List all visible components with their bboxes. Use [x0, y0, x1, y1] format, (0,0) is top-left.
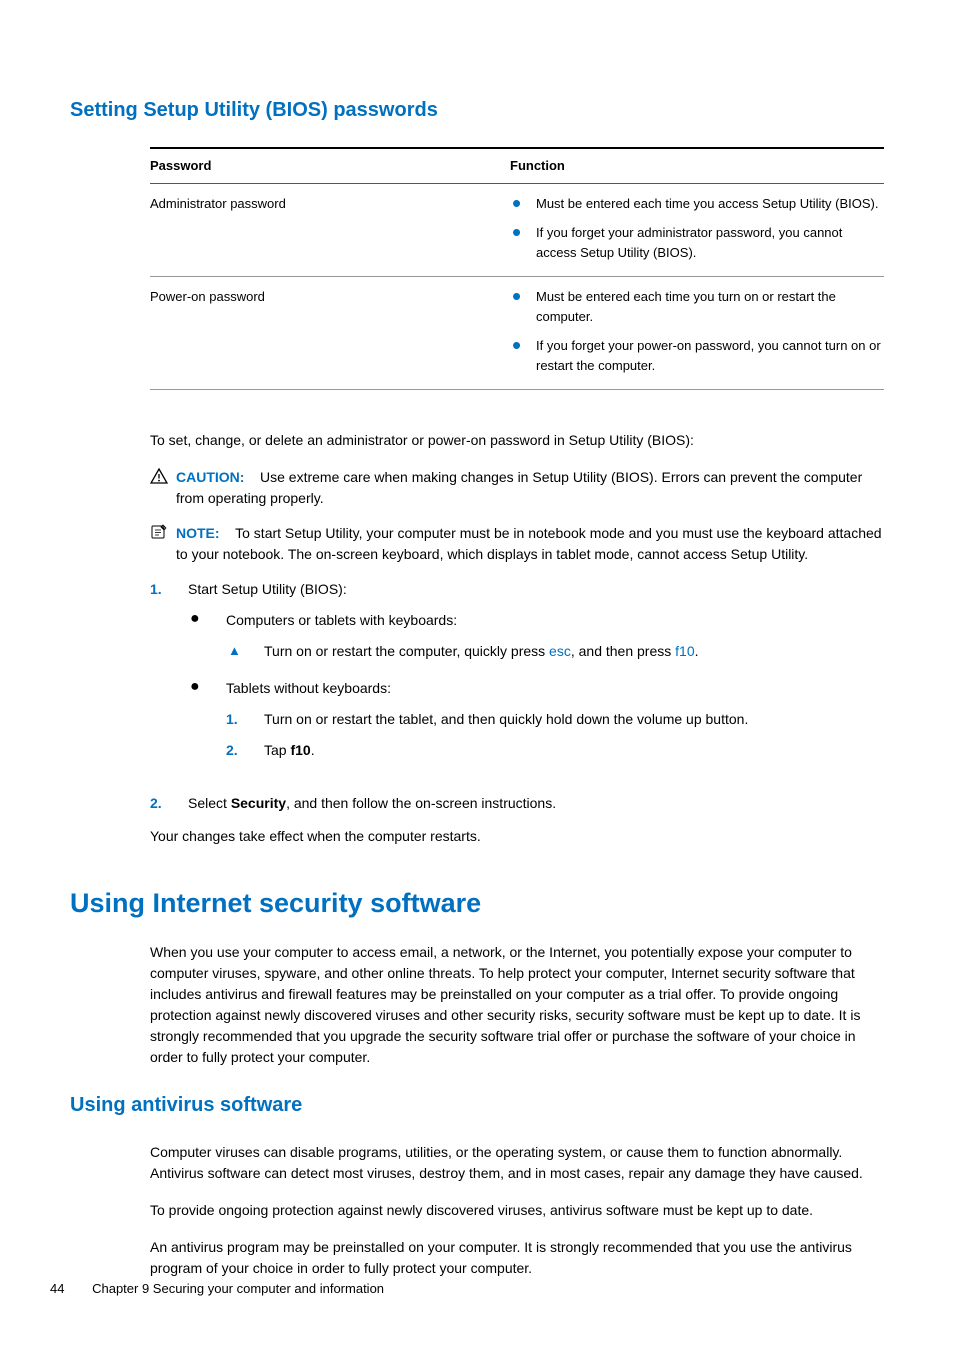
caution-label: CAUTION: — [176, 469, 244, 485]
key-f10-bold: f10 — [290, 742, 310, 758]
caution-text: Use extreme care when making changes in … — [176, 469, 862, 506]
intro-paragraph: To set, change, or delete an administrat… — [150, 430, 884, 451]
bullet-text: If you forget your power-on password, yo… — [536, 336, 884, 375]
step-item: 2. Select Security, and then follow the … — [150, 793, 884, 814]
step-text: Select — [188, 795, 231, 811]
step-text: , and then follow the on-screen instruct… — [286, 795, 556, 811]
effect-paragraph: Your changes take effect when the comput… — [150, 826, 884, 847]
step-number: 2. — [150, 793, 188, 814]
bios-password-table: Password Function Administrator password… — [150, 147, 884, 390]
sub-step-text: . — [311, 742, 315, 758]
sub-item: ● Tablets without keyboards: 1. Turn on … — [188, 678, 884, 771]
note-text: To start Setup Utility, your computer mu… — [176, 525, 882, 562]
bullet-icon: • — [510, 336, 536, 375]
list-item: • Must be entered each time you access S… — [510, 194, 884, 214]
internet-paragraph: When you use your computer to access ema… — [150, 942, 884, 1068]
caution-icon — [150, 467, 176, 490]
tri-text: . — [695, 643, 699, 659]
sub-steps: 1. Turn on or restart the tablet, and th… — [226, 709, 884, 761]
note-text — [223, 525, 235, 541]
function-list: • Must be entered each time you turn on … — [510, 287, 884, 375]
note-label: NOTE: — [176, 525, 220, 541]
list-item: • If you forget your administrator passw… — [510, 223, 884, 262]
password-name: Administrator password — [150, 194, 510, 263]
step-item: 1. Start Setup Utility (BIOS): ● Compute… — [150, 579, 884, 781]
bullet-icon: • — [510, 223, 536, 262]
bullet-icon: ● — [188, 610, 226, 668]
list-item: • Must be entered each time you turn on … — [510, 287, 884, 326]
bullet-icon: • — [510, 287, 536, 326]
step-text: Start Setup Utility (BIOS): — [188, 581, 347, 597]
chapter-label: Chapter 9 Securing your computer and inf… — [92, 1281, 384, 1296]
table-header-function: Function — [510, 156, 884, 176]
bullet-icon: ● — [188, 678, 226, 771]
sub-item-label: Tablets without keyboards: — [226, 680, 391, 696]
tri-text: , and then press — [571, 643, 675, 659]
bullet-text: Must be entered each time you access Set… — [536, 194, 884, 214]
antivirus-paragraph-2: To provide ongoing protection against ne… — [150, 1200, 884, 1221]
triangle-step: ▲ Turn on or restart the computer, quick… — [226, 641, 884, 662]
heading-antivirus: Using antivirus software — [70, 1090, 884, 1120]
security-bold: Security — [231, 795, 286, 811]
triangle-icon: ▲ — [226, 641, 264, 662]
list-item: • If you forget your power-on password, … — [510, 336, 884, 375]
password-name: Power-on password — [150, 287, 510, 375]
steps-list: 1. Start Setup Utility (BIOS): ● Compute… — [150, 579, 884, 814]
bullet-text: Must be entered each time you turn on or… — [536, 287, 884, 326]
bullet-icon: • — [510, 194, 536, 214]
table-row: Power-on password • Must be entered each… — [150, 277, 884, 390]
heading-internet-security: Using Internet security software — [70, 883, 884, 924]
note-icon — [150, 523, 176, 546]
sub-step-number: 1. — [226, 709, 264, 730]
sub-step-number: 2. — [226, 740, 264, 761]
antivirus-paragraph-1: Computer viruses can disable programs, u… — [150, 1142, 884, 1184]
tri-text: Turn on or restart the computer, quickly… — [264, 643, 549, 659]
key-esc: esc — [549, 643, 571, 659]
sub-step-text: Tap — [264, 742, 290, 758]
function-list: • Must be entered each time you access S… — [510, 194, 884, 263]
sub-item-label: Computers or tablets with keyboards: — [226, 612, 457, 628]
sub-list: ● Computers or tablets with keyboards: ▲… — [188, 610, 884, 771]
caution-text — [248, 469, 260, 485]
sub-step: 2. Tap f10. — [226, 740, 884, 761]
page-number: 44 — [50, 1281, 64, 1296]
antivirus-paragraph-3: An antivirus program may be preinstalled… — [150, 1237, 884, 1279]
heading-bios-passwords: Setting Setup Utility (BIOS) passwords — [70, 95, 884, 125]
table-row: Administrator password • Must be entered… — [150, 184, 884, 278]
table-header-row: Password Function — [150, 147, 884, 184]
sub-item: ● Computers or tablets with keyboards: ▲… — [188, 610, 884, 668]
note-callout: NOTE: To start Setup Utility, your compu… — [150, 523, 884, 565]
bullet-text: If you forget your administrator passwor… — [536, 223, 884, 262]
page-footer: 44 Chapter 9 Securing your computer and … — [50, 1279, 384, 1299]
sub-step-text: Turn on or restart the tablet, and then … — [264, 709, 884, 730]
table-header-password: Password — [150, 156, 510, 176]
step-number: 1. — [150, 579, 188, 781]
key-f10: f10 — [675, 643, 694, 659]
sub-step: 1. Turn on or restart the tablet, and th… — [226, 709, 884, 730]
caution-callout: CAUTION: Use extreme care when making ch… — [150, 467, 884, 509]
